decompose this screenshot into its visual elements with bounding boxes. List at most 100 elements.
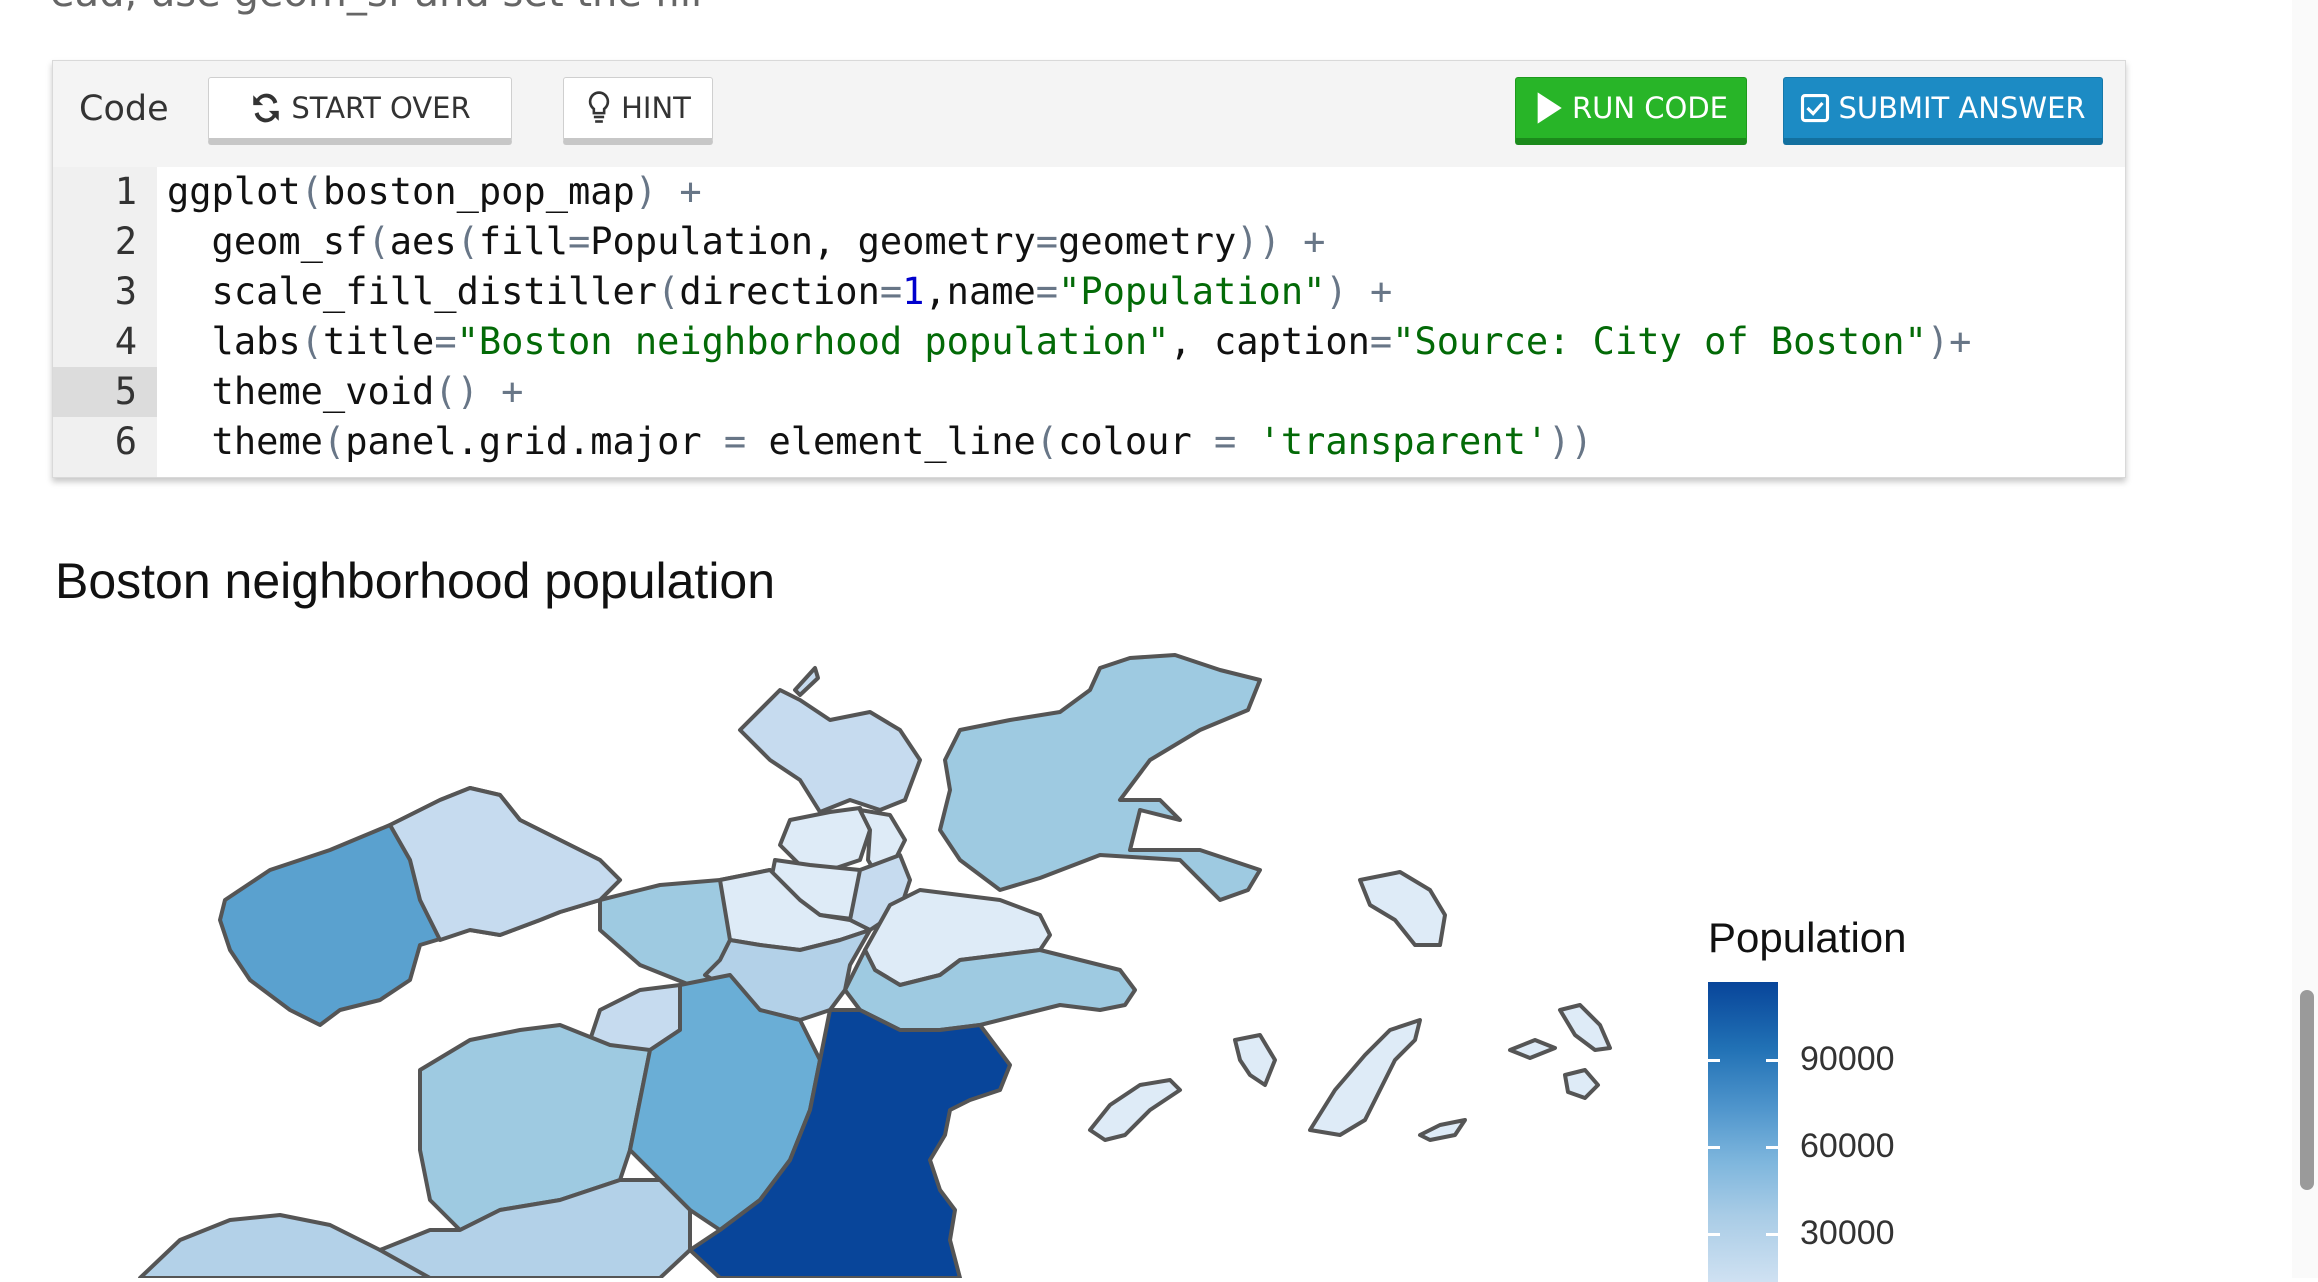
legend-tick-label: 60000: [1800, 1127, 1895, 1165]
code-token: (: [456, 220, 479, 263]
line-number: 2: [114, 220, 137, 263]
line-number: 4: [114, 320, 137, 363]
code-token: =: [1214, 420, 1237, 463]
code-exercise-panel: Code START OVER HINT RUN CODE SUBMIT ANS…: [52, 60, 2126, 478]
map-region-south-end: [703, 928, 872, 1022]
code-line[interactable]: 3 scale_fill_distiller(direction=1,name=…: [53, 267, 2125, 317]
run-code-label: RUN CODE: [1571, 91, 1729, 125]
map-region-south-boston: [863, 888, 1052, 987]
code-token: )): [1548, 420, 1593, 463]
code-editor[interactable]: 1 ggplot(boston_pop_map) +2 geom_sf(aes(f…: [53, 167, 2125, 477]
code-token: direction: [679, 270, 880, 313]
run-code-button[interactable]: RUN CODE: [1515, 77, 1747, 145]
map-region-fenway: [598, 868, 802, 987]
code-text[interactable]: scale_fill_distiller(direction=1,name="P…: [167, 267, 1393, 317]
code-token: (: [367, 220, 390, 263]
hint-label: HINT: [621, 91, 691, 125]
code-text[interactable]: theme_void() +: [167, 367, 524, 417]
submit-answer-button[interactable]: SUBMIT ANSWER: [1783, 77, 2103, 145]
code-token: =: [1035, 270, 1059, 313]
legend-colorbar: [1708, 982, 1778, 1282]
map-region-jamaica-plain: [418, 1023, 652, 1232]
code-text[interactable]: theme(panel.grid.major = element_line(co…: [167, 417, 1593, 467]
map-region-south-boston-waterfront: [843, 948, 1137, 1032]
code-text[interactable]: labs(title="Boston neighborhood populati…: [167, 317, 1972, 367]
play-icon: [1534, 91, 1564, 125]
code-token: =: [723, 420, 747, 463]
line-number: 3: [114, 270, 137, 313]
code-token: panel.grid.major: [345, 420, 724, 463]
legend-tick-mark: [1708, 1233, 1778, 1236]
legend-tick-label: 90000: [1800, 1040, 1895, 1078]
legend-tick-mark: [1708, 1059, 1778, 1062]
code-line[interactable]: 4 labs(title="Boston neighborhood popula…: [53, 317, 2125, 367]
code-line[interactable]: 1 ggplot(boston_pop_map) +: [53, 167, 2125, 217]
code-token: geometry: [1058, 220, 1237, 263]
line-number: 5: [53, 367, 157, 417]
code-token: )): [1236, 220, 1281, 263]
code-line[interactable]: 5 theme_void() +: [53, 367, 2125, 417]
code-token: "Population": [1058, 270, 1326, 313]
code-label: Code: [79, 89, 169, 129]
start-over-label: START OVER: [291, 91, 471, 125]
legend-title: Population: [1708, 914, 1907, 961]
code-token: "Source: City of Boston": [1392, 320, 1927, 363]
code-token: ): [634, 170, 658, 213]
map-island-2: [1233, 1033, 1277, 1087]
code-token: =: [1369, 320, 1393, 363]
code-token: ): [1325, 270, 1348, 313]
code-token: (): [434, 370, 479, 413]
code-token: (: [322, 420, 346, 463]
code-token: (: [300, 170, 323, 213]
code-token: )+: [1926, 320, 1972, 363]
code-text[interactable]: geom_sf(aes(fill=Population, geometry=ge…: [167, 217, 1326, 267]
code-token: +: [679, 170, 702, 213]
code-token: colour: [1058, 420, 1215, 463]
code-token: +: [1369, 270, 1393, 313]
plot-title: Boston neighborhood population: [55, 553, 776, 609]
code-text[interactable]: ggplot(boston_pop_map) +: [167, 167, 702, 217]
code-line[interactable]: 6 theme(panel.grid.major = element_line(…: [53, 417, 2125, 467]
legend-tick-mark: [1708, 1146, 1778, 1149]
map-island-7: [1558, 1003, 1612, 1052]
map-region-north-end: [778, 806, 872, 872]
submit-answer-label: SUBMIT ANSWER: [1838, 91, 2086, 125]
code-token: geom_sf: [167, 220, 368, 263]
code-token: boston_pop_map: [322, 170, 635, 213]
map-island-4: [1308, 1018, 1422, 1137]
map-region-beacon-hill: [848, 853, 912, 932]
instruction-text-fragment: ead, use geom_sf and set the fill: [50, 0, 702, 16]
code-token: theme_void: [167, 370, 435, 413]
code-token: "Boston neighborhood population": [456, 320, 1170, 363]
map-region-charlestown-tip: [793, 666, 820, 697]
map-region-roslindale: [378, 1178, 692, 1278]
code-token: (: [1035, 420, 1059, 463]
code-token: ,name: [924, 270, 1036, 313]
code-token: ggplot: [167, 170, 301, 213]
exercise-toolbar: Code START OVER HINT RUN CODE SUBMIT ANS…: [53, 61, 2125, 167]
lightbulb-icon: [585, 90, 613, 126]
code-token: theme: [167, 420, 323, 463]
line-number: 1: [114, 170, 137, 213]
code-token: (: [657, 270, 680, 313]
code-token: (: [300, 320, 323, 363]
page-scrollbar-thumb[interactable]: [2300, 990, 2314, 1190]
hint-button[interactable]: HINT: [563, 77, 713, 145]
code-token: +: [501, 370, 524, 413]
line-number: 6: [114, 420, 137, 463]
map-island-8: [1563, 1068, 1600, 1100]
map-region-east-boston: [938, 653, 1262, 902]
code-token: labs: [167, 320, 301, 363]
start-over-button[interactable]: START OVER: [208, 77, 512, 145]
code-line[interactable]: 2 geom_sf(aes(fill=Population, geometry=…: [53, 217, 2125, 267]
code-token: Population, geometry: [590, 220, 1036, 263]
code-token: 'transparent': [1258, 420, 1549, 463]
map-island-3: [1088, 1078, 1182, 1142]
code-token: element_line: [746, 420, 1036, 463]
code-token: =: [434, 320, 457, 363]
map-region-charlestown: [738, 688, 922, 814]
map-region-back-bay: [718, 868, 872, 952]
